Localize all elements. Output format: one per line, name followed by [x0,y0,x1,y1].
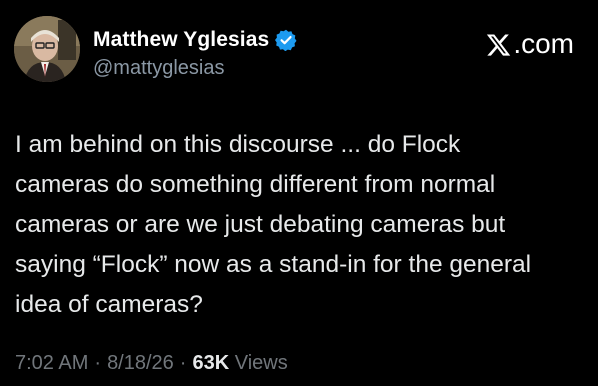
tweet-line: idea of cameras? [15,291,203,318]
tweet-line: saying “Flock” now as a stand-in for the… [15,251,532,278]
views-group[interactable]: 63K Views [192,352,287,375]
tweet-metadata: 7:02 AM · 8/18/26 · 63K Views [15,352,288,375]
tweet-line: I am behind on this discourse ... do Flo… [15,131,461,158]
verified-badge-icon [275,29,297,51]
meta-separator: · [179,352,187,374]
x-logo-icon [487,33,511,56]
tweet-line: cameras or are we just debating cameras … [15,211,506,238]
views-label: Views [234,352,288,374]
avatar[interactable] [14,16,80,82]
author-name-row[interactable]: Matthew Yglesias [93,27,297,53]
tweet-body: I am behind on this discourse ... do Flo… [15,125,585,325]
brand-label: .com [513,28,574,59]
tweet-line: cameras do something different from norm… [15,171,496,198]
brand-watermark: .com [485,28,574,60]
tweet-date[interactable]: 8/18/26 [107,352,174,375]
tweet-card: Matthew Yglesias @mattyglesias .com I am… [0,0,598,386]
tweet-time[interactable]: 7:02 AM [15,352,88,375]
avatar-image [14,16,80,82]
author-display-name[interactable]: Matthew Yglesias [93,28,269,52]
views-count: 63K [192,352,230,374]
meta-separator: · [94,352,102,374]
author-handle[interactable]: @mattyglesias [93,57,224,80]
